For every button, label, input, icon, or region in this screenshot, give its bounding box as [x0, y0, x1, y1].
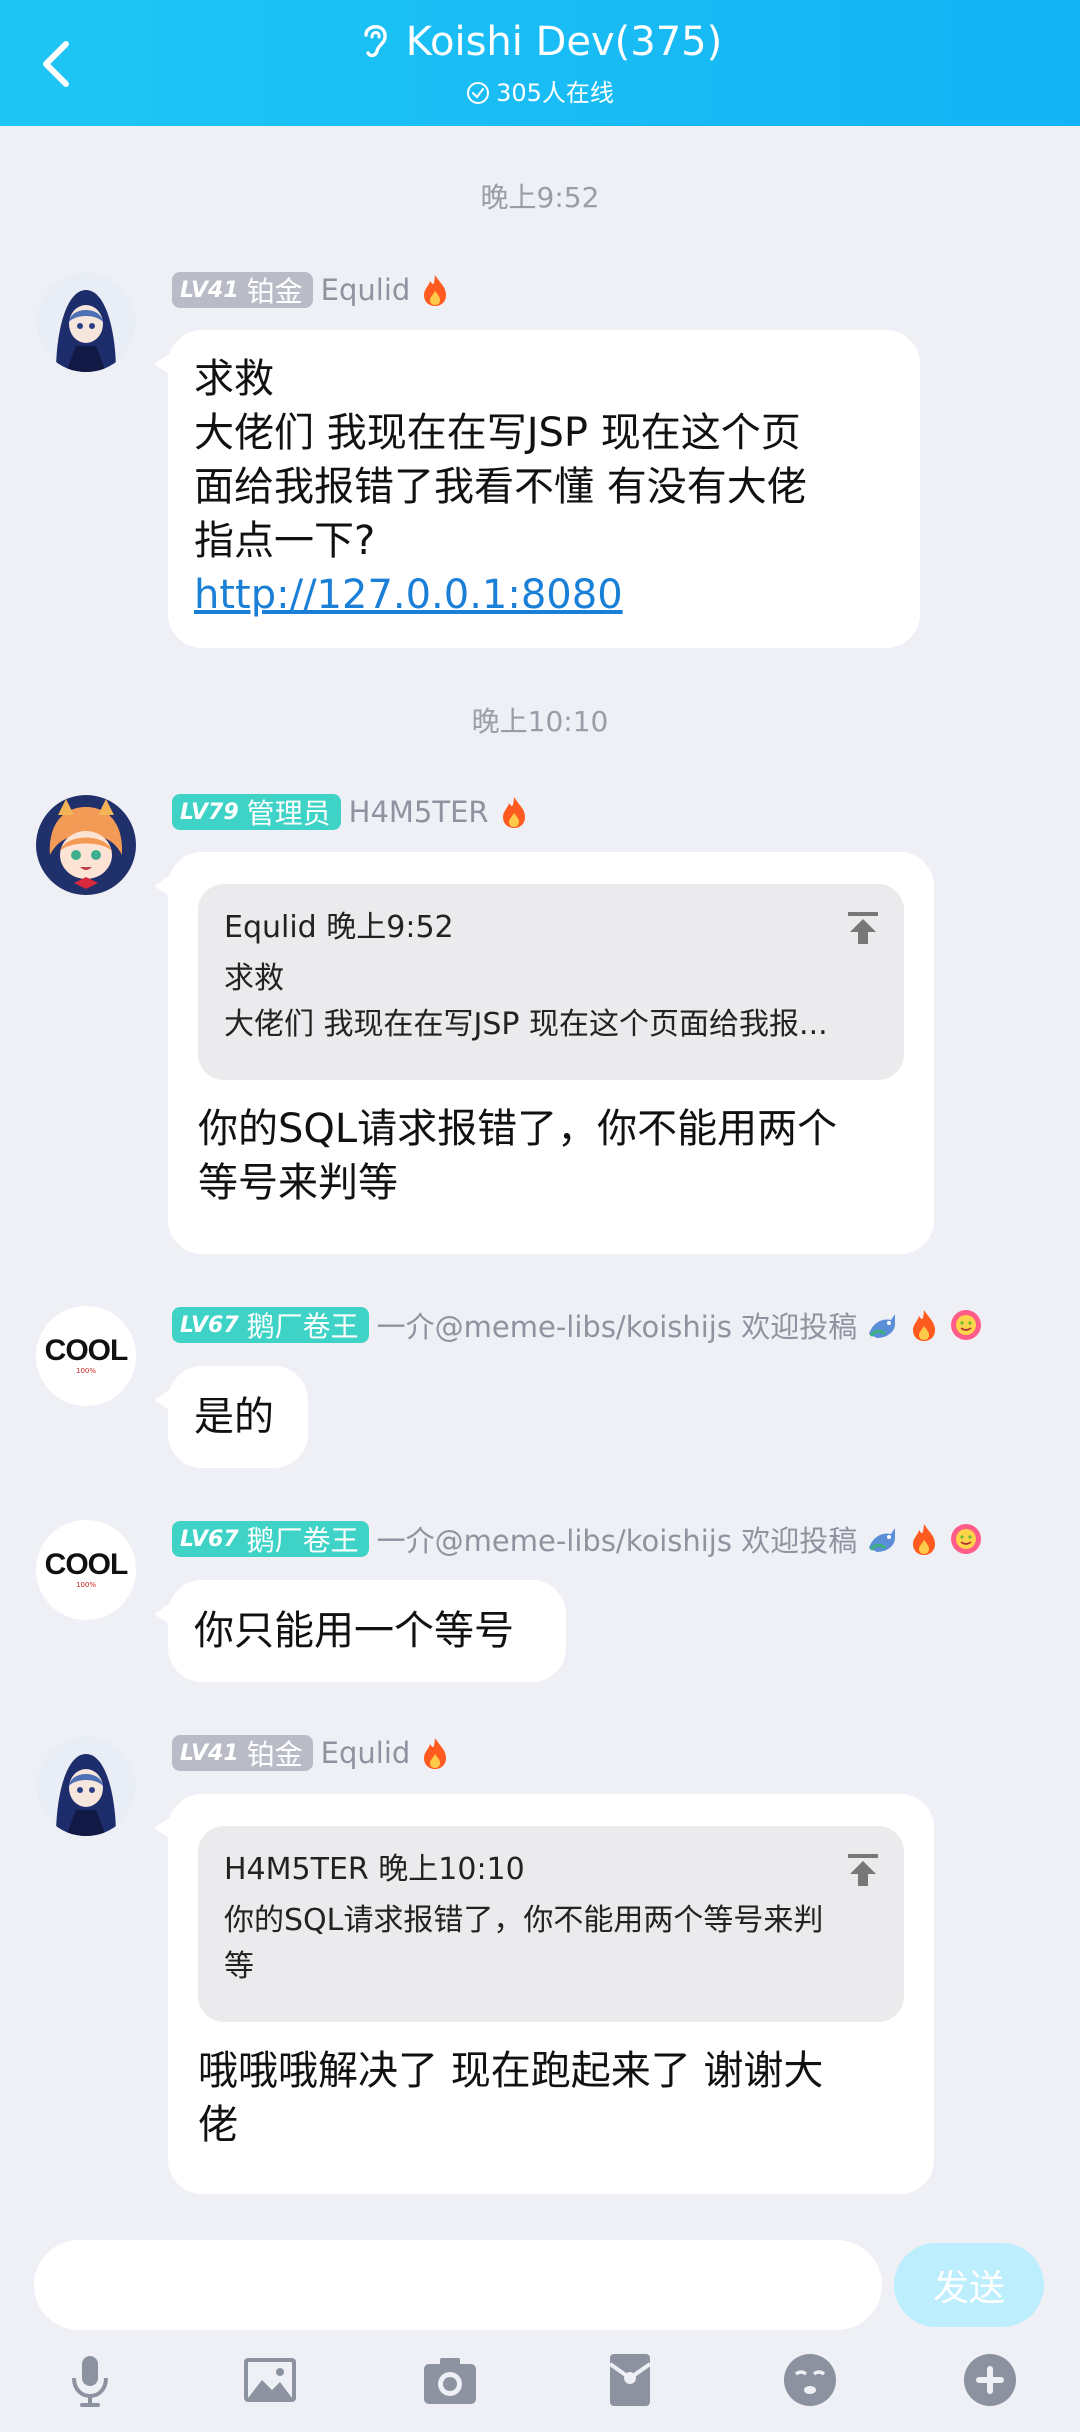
sender-name[interactable]: H4M5TER [349, 795, 489, 829]
ear-icon [364, 25, 387, 58]
message-bubble[interactable]: 你只能用一个等号 [154, 1580, 566, 1682]
online-count: 305人在线 [496, 79, 614, 107]
message-bubble[interactable]: 求救 大佬们 我现在在写JSP 现在这个页 面给我报错了我看不懂 有没有大佬 指… [154, 330, 920, 648]
smile-badge-icon [951, 1310, 982, 1340]
sender-name[interactable]: 一介@meme-libs/koishijs 欢迎投稿 [377, 1304, 858, 1346]
send-button[interactable]: 发送 [894, 2243, 1044, 2327]
online-status: 305人在线 [0, 76, 1080, 110]
chat-title[interactable]: Koishi Dev(375) [0, 14, 1080, 70]
avatar[interactable]: COOL 100% [36, 1520, 136, 1620]
avatar[interactable]: COOL 100% [36, 1306, 136, 1406]
dragon-icon [869, 1314, 896, 1338]
fire-icon [424, 275, 447, 306]
sender-meta: LV67 鹅厂卷王 一介@meme-libs/koishijs 欢迎投稿 [172, 1305, 983, 1345]
avatar[interactable] [36, 1736, 136, 1836]
avatar-subtext: 100% [75, 1581, 96, 1589]
chat-header: Koishi Dev(375) 305人在线 [0, 0, 1080, 126]
sender-name[interactable]: Equlid [321, 1736, 411, 1770]
avatar-text: COOL [44, 1548, 129, 1581]
jump-to-message-icon[interactable] [846, 910, 880, 946]
timestamp: 晚上10:10 [471, 705, 609, 738]
avatar[interactable] [36, 795, 136, 895]
fire-icon [913, 1524, 936, 1555]
message-input[interactable] [34, 2240, 882, 2330]
avatar-hooded-girl-icon [36, 1736, 136, 1836]
microphone-icon[interactable] [60, 2350, 120, 2410]
level-badge: LV41 铂金 [172, 272, 313, 308]
message-bubble[interactable]: Equlid 晚上9:52 求救 大佬们 我现在在写JSP 现在这个页面给我报.… [154, 852, 934, 1254]
sender-name[interactable]: Equlid [321, 273, 411, 307]
fire-icon [424, 1738, 447, 1769]
plus-icon[interactable] [960, 2350, 1020, 2410]
online-check-icon [467, 82, 490, 104]
level-badge: LV67 鹅厂卷王 [172, 1521, 369, 1557]
emoji-icon[interactable] [780, 2350, 840, 2410]
avatar-text: COOL [44, 1334, 129, 1367]
sender-meta: LV79 管理员 H4M5TER [172, 792, 531, 832]
camera-icon[interactable] [420, 2350, 480, 2410]
avatar-subtext: 100% [75, 1367, 96, 1375]
red-packet-icon[interactable] [600, 2350, 660, 2410]
jump-to-message-icon[interactable] [846, 1852, 880, 1888]
message-bubble[interactable]: 是的 [154, 1366, 308, 1468]
sender-name[interactable]: 一介@meme-libs/koishijs 欢迎投稿 [377, 1518, 858, 1560]
level-badge: LV79 管理员 [172, 794, 341, 830]
message-link[interactable]: http://127.0.0.1:8080 [194, 572, 623, 618]
quoted-message[interactable]: Equlid 晚上9:52 求救 大佬们 我现在在写JSP 现在这个页面给我报.… [198, 884, 904, 1080]
sender-meta: LV41 铂金 Equlid [172, 1733, 452, 1773]
image-icon[interactable] [240, 2350, 300, 2410]
message-bubble[interactable]: H4M5TER 晚上10:10 你的SQL请求报错了，你不能用两个等号来判 等 … [154, 1794, 934, 2194]
quoted-message[interactable]: H4M5TER 晚上10:10 你的SQL请求报错了，你不能用两个等号来判 等 [198, 1826, 904, 2022]
avatar-anime-girl-icon [36, 795, 136, 895]
avatar[interactable] [36, 272, 136, 372]
dragon-icon [869, 1528, 896, 1552]
smile-badge-icon [951, 1524, 982, 1554]
level-badge: LV67 鹅厂卷王 [172, 1307, 369, 1343]
group-name: Koishi Dev(375) [405, 19, 723, 65]
timestamp: 晚上9:52 [480, 181, 600, 214]
fire-icon [502, 797, 525, 828]
fire-icon [913, 1310, 936, 1341]
level-badge: LV41 铂金 [172, 1735, 313, 1771]
avatar-hooded-girl-icon [36, 272, 136, 372]
sender-meta: LV41 铂金 Equlid [172, 270, 452, 310]
sender-meta: LV67 鹅厂卷王 一介@meme-libs/koishijs 欢迎投稿 [172, 1519, 983, 1559]
composer-toolbar [0, 2338, 1080, 2432]
